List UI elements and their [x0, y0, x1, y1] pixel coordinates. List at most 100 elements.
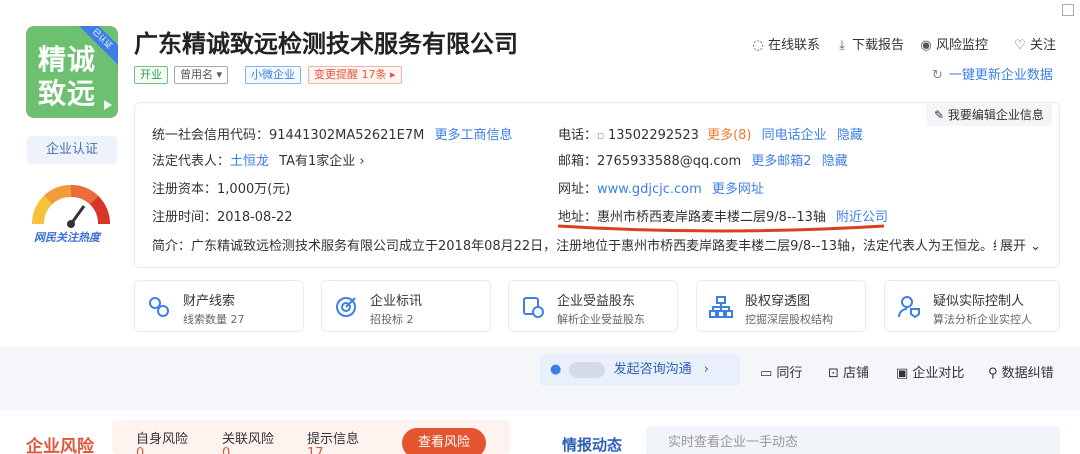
- website-row: 网址：www.gdjcjc.com 更多网址: [558, 178, 764, 197]
- address-underline-mark: [557, 224, 885, 233]
- beneficiary-card[interactable]: 企业受益股东 解析企业受益股东: [508, 280, 678, 332]
- card-title: 财产线索: [183, 294, 236, 309]
- capital-value: 1,000万(元): [217, 182, 291, 197]
- hint-info-count: 17: [307, 446, 324, 454]
- email-row: 邮箱：2765933588@qq.com 更多邮箱2 隐藏: [558, 150, 848, 169]
- online-contact-label: 在线联系: [768, 38, 821, 53]
- card-subtitle: 解析企业受益股东: [557, 313, 645, 326]
- related-risk-label[interactable]: 关联风险: [222, 428, 274, 447]
- website-link[interactable]: www.gdjcjc.com: [597, 182, 702, 197]
- phone-label: 电话：: [558, 128, 598, 143]
- card-subtitle: 招投标 2: [370, 313, 414, 326]
- capital-label: 注册资本：: [152, 182, 218, 197]
- card-title: 疑似实际控制人: [933, 294, 1025, 309]
- peers-label: 同行: [776, 366, 803, 381]
- card-subtitle: 线索数量 27: [183, 313, 245, 326]
- reg-date-value: 2018-08-22: [217, 210, 293, 225]
- download-report-button[interactable]: ⤓ 下载报告: [836, 34, 904, 53]
- view-risk-button[interactable]: 查看风险: [402, 428, 486, 454]
- asset-clue-card[interactable]: 财产线索 线索数量 27: [134, 280, 304, 332]
- capital-row: 注册资本：1,000万(元): [152, 178, 290, 197]
- edit-icon: ✎: [934, 108, 948, 122]
- website-label: 网址：: [558, 182, 598, 197]
- online-contact-button[interactable]: ◌ 在线联系: [752, 34, 820, 53]
- card-title: 企业受益股东: [557, 294, 636, 309]
- card-title: 企业标讯: [370, 294, 423, 309]
- logo-text-line2: 致远: [38, 77, 97, 110]
- data-correction-button[interactable]: ⚲ 数据纠错: [988, 362, 1054, 381]
- card-title: 股权穿透图: [745, 294, 811, 309]
- phone-value: 13502292523: [607, 128, 699, 143]
- change-alert-tag[interactable]: 变更提醒 17条 ▸: [308, 66, 402, 84]
- risk-monitor-label: 风险监控: [936, 38, 989, 53]
- risk-title: 企业风险: [26, 437, 94, 454]
- credit-code-value: 91441302MA52621E7M: [269, 128, 425, 143]
- download-icon: ⤓: [839, 38, 845, 53]
- company-logo: 精诚 致远 已认证: [26, 26, 118, 118]
- status-tag: 开业: [134, 66, 168, 84]
- intel-feed-box[interactable]: 实时查看企业一手动态: [646, 426, 1060, 454]
- bid-icon: [336, 297, 356, 317]
- more-phones-link[interactable]: 更多(8): [707, 128, 751, 143]
- shop-icon: ⊡: [828, 366, 844, 381]
- intel-title: 情报动态: [562, 436, 623, 454]
- heart-icon: ♡: [1014, 38, 1026, 53]
- hint-info-label[interactable]: 提示信息: [307, 428, 359, 447]
- equity-graph-card[interactable]: 股权穿透图 挖掘深层股权结构: [696, 280, 866, 332]
- phone-row: 电话：▫ 13502292523 更多(8) 同电话企业 隐藏: [558, 124, 863, 143]
- same-phone-link[interactable]: 同电话企业: [762, 128, 827, 143]
- self-risk-count: 0: [136, 446, 145, 454]
- legal-rep-link[interactable]: 土恒龙: [230, 154, 269, 169]
- heat-label: 网民关注热度: [34, 231, 100, 244]
- intro-text: 广东精诚致远检测技术服务有限公司成立于2018年08月22日，注册地位于惠州市桥…: [191, 239, 1019, 254]
- former-name-dropdown[interactable]: 曾用名 ▾: [174, 66, 229, 84]
- compare-button[interactable]: ▣ 企业对比: [896, 362, 964, 381]
- compare-icon: ▣: [896, 366, 913, 381]
- reg-date-label: 注册时间：: [152, 210, 218, 225]
- refresh-data-button[interactable]: ↻ 一键更新企业数据: [932, 64, 1053, 83]
- legal-rep-companies[interactable]: TA有1家企业 ›: [279, 154, 364, 169]
- refresh-icon: ↻: [932, 68, 943, 83]
- correction-icon: ⚲: [988, 366, 1002, 381]
- risk-monitor-button[interactable]: ◉ 风险监控: [920, 34, 988, 53]
- equity-icon: [709, 296, 733, 318]
- intro-expand-button[interactable]: 展开 ⌄: [996, 235, 1042, 254]
- heat-gauge-icon: [32, 185, 110, 228]
- nearby-companies-link[interactable]: 附近公司: [836, 210, 888, 225]
- correction-label: 数据纠错: [1001, 366, 1054, 381]
- address-row: 地址：惠州市桥西麦岸路麦丰楼二层9/8--13轴 附近公司: [558, 206, 888, 225]
- play-icon[interactable]: [104, 100, 112, 110]
- more-email-link[interactable]: 更多邮箱2: [751, 154, 811, 169]
- location-icon: ●: [550, 362, 562, 377]
- peers-icon: ▭: [760, 366, 777, 381]
- corner-icon: [1062, 4, 1074, 16]
- controller-icon: [898, 296, 920, 319]
- legal-rep-row: 法定代表人：土恒龙 TA有1家企业 ›: [152, 150, 365, 169]
- credit-code-label: 统一社会信用代码：: [152, 128, 270, 143]
- beneficiary-icon: [523, 297, 544, 318]
- actual-controller-card[interactable]: 疑似实际控制人 算法分析企业实控人: [884, 280, 1060, 332]
- follow-button[interactable]: ♡ 关注: [1014, 34, 1056, 53]
- company-certification-button[interactable]: 企业认证: [27, 136, 117, 164]
- email-label: 邮箱：: [558, 154, 598, 169]
- shop-button[interactable]: ⊡ 店铺: [828, 362, 869, 381]
- legal-rep-label: 法定代表人：: [152, 154, 231, 169]
- company-name: 广东精诚致远检测技术服务有限公司: [134, 30, 518, 58]
- card-subtitle: 挖掘深层股权结构: [745, 313, 833, 326]
- more-registration-link[interactable]: 更多工商信息: [435, 128, 513, 143]
- address-value: 惠州市桥西麦岸路麦丰楼二层9/8--13轴: [597, 210, 826, 225]
- chat-icon: ◌: [752, 38, 764, 53]
- follow-label: 关注: [1030, 38, 1057, 53]
- hide-phone-link[interactable]: 隐藏: [837, 128, 863, 143]
- consult-button[interactable]: ● 发起咨询沟通 ›: [540, 354, 740, 386]
- self-risk-label[interactable]: 自身风险: [136, 428, 188, 447]
- bid-news-card[interactable]: 企业标讯 招投标 2: [321, 280, 491, 332]
- hide-email-link[interactable]: 隐藏: [822, 154, 848, 169]
- related-risk-count: 0: [222, 446, 231, 454]
- chevron-right-icon: ›: [703, 362, 709, 377]
- asset-icon: [149, 297, 169, 317]
- consult-label: 发起咨询沟通: [613, 362, 692, 377]
- peers-button[interactable]: ▭ 同行: [760, 362, 802, 381]
- edit-info-button[interactable]: ✎ 我要编辑企业信息: [926, 104, 1052, 126]
- more-websites-link[interactable]: 更多网址: [712, 182, 764, 197]
